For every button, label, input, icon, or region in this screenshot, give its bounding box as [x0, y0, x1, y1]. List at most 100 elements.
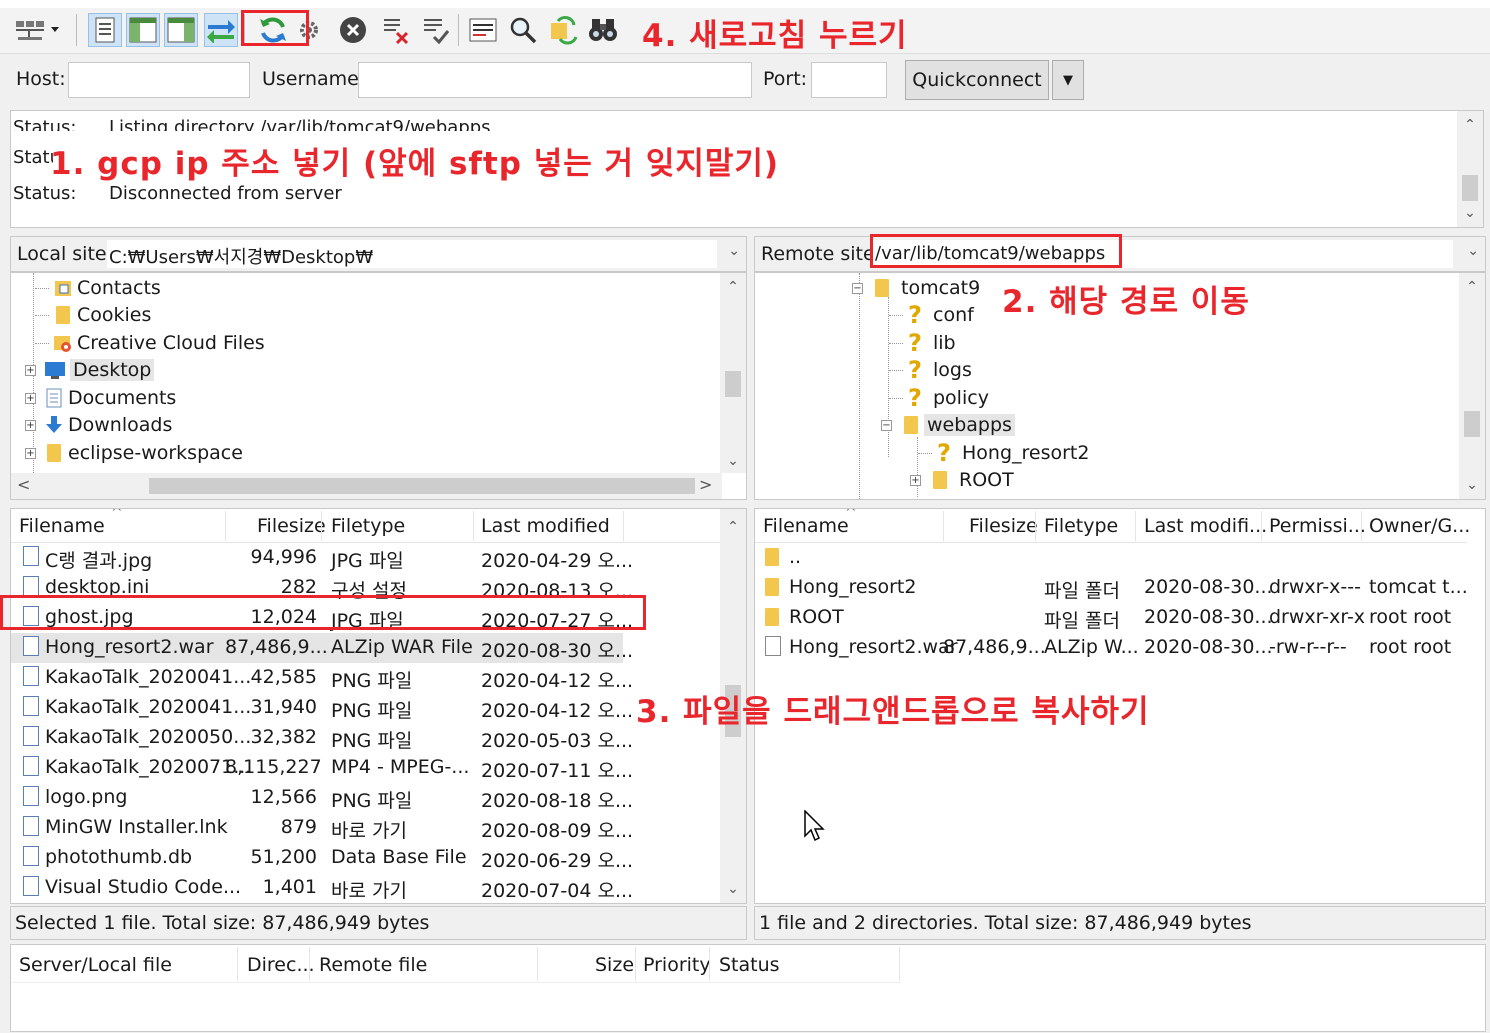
scroll-thumb[interactable] [1462, 175, 1478, 201]
scroll-right-icon[interactable]: > [699, 475, 712, 494]
toggle-local-tree-button[interactable] [126, 13, 160, 47]
column-header-filesize[interactable]: Filesize [257, 515, 326, 537]
tree-item-lib[interactable]: ? lib [889, 330, 956, 356]
table-row[interactable]: .. [755, 543, 1455, 573]
scroll-thumb[interactable] [1464, 411, 1480, 437]
filter-button[interactable] [466, 13, 500, 47]
unknown-folder-icon: ? [908, 384, 922, 412]
toggle-log-button[interactable] [88, 13, 122, 47]
file-type: Data Base File [331, 846, 467, 868]
tree-item-conf[interactable]: ? conf [889, 302, 974, 328]
expand-icon[interactable]: + [25, 364, 36, 376]
column-header-last-modified[interactable]: Last modified [481, 515, 610, 537]
column-header-filename[interactable]: Filename [19, 515, 105, 537]
port-input[interactable] [811, 62, 887, 98]
collapse-icon[interactable]: − [881, 419, 892, 431]
tree-item-documents[interactable]: + Documents [25, 385, 176, 411]
expand-icon[interactable]: + [25, 419, 36, 431]
site-manager-button[interactable] [12, 13, 62, 47]
quickconnect-button[interactable]: Quickconnect [905, 60, 1049, 100]
column-header-last-modified[interactable]: Last modifi... [1144, 515, 1267, 537]
remote-tree-scrollbar[interactable]: ⌃ ⌄ [1459, 273, 1485, 499]
tree-item-tomcat9[interactable]: − tomcat9 [852, 275, 980, 301]
username-input[interactable] [358, 62, 752, 98]
expand-icon[interactable]: + [25, 392, 36, 404]
tree-item-eclipse-workspace[interactable]: + eclipse-workspace [25, 440, 243, 466]
table-row[interactable]: KakaoTalk_2020041... 42,585 PNG 파일 2020-04-… [11, 663, 633, 693]
tree-item-webapps[interactable]: − webapps [881, 412, 1015, 438]
scroll-down-icon[interactable]: ⌄ [1457, 201, 1483, 225]
tree-item-desktop[interactable]: + Desktop [25, 357, 155, 383]
file-modified: 2020-05-03 오... [481, 730, 634, 752]
column-header-priority[interactable]: Priority [643, 954, 711, 976]
expand-icon[interactable]: + [25, 447, 36, 459]
expand-icon[interactable]: + [910, 474, 921, 486]
collapse-icon[interactable]: − [852, 282, 863, 294]
local-site-label: Local site: [17, 243, 114, 265]
table-row[interactable]: photothumb.db 51,200 Data Base File 2020-06… [11, 843, 633, 873]
table-row[interactable]: Hong_resort2.war 87,486,9... ALZip W... 202… [755, 633, 1455, 663]
column-header-direction[interactable]: Direc... [247, 954, 315, 976]
column-header-filename[interactable]: Filename [763, 515, 849, 537]
table-row[interactable]: Visual Studio Code... 1,401 바로 가기 2020-07-0… [11, 873, 633, 903]
table-row[interactable]: KakaoTalk_2020050... 32,382 PNG 파일 2020-05-… [11, 723, 633, 753]
table-row[interactable]: logo.png 12,566 PNG 파일 2020-08-18 오... [11, 783, 633, 813]
scroll-up-icon[interactable]: ⌃ [720, 275, 746, 299]
find-button[interactable] [586, 13, 620, 47]
file-icon [23, 816, 39, 836]
local-tree-scrollbar[interactable]: ⌃ ⌄ [720, 273, 746, 473]
chevron-down-icon[interactable]: ⌄ [728, 243, 740, 259]
column-header-remote-file[interactable]: Remote file [319, 954, 427, 976]
tree-item-root[interactable]: + ROOT [910, 467, 1014, 493]
column-header-server-local-file[interactable]: Server/Local file [19, 954, 172, 976]
local-site-path[interactable]: C:₩Users₩서지경₩Desktop₩ [107, 240, 717, 268]
log-line: Status: Disconnected from server [13, 183, 342, 204]
column-header-owner-group[interactable]: Owner/G... [1369, 515, 1470, 537]
sync-browse-button[interactable] [546, 13, 580, 47]
column-header-filetype[interactable]: Filetype [331, 515, 405, 537]
tree-item-contacts[interactable]: Contacts [35, 275, 161, 301]
column-header-filesize[interactable]: Filesize [969, 515, 1038, 537]
unknown-folder-icon: ? [937, 439, 951, 467]
scroll-up-icon[interactable]: ⌃ [1459, 275, 1485, 299]
column-header-status[interactable]: Status [719, 954, 780, 976]
tree-item-cookies[interactable]: Cookies [35, 302, 151, 328]
toggle-remote-tree-button[interactable] [164, 13, 198, 47]
column-header-size[interactable]: Size [595, 954, 634, 976]
chevron-down-icon[interactable]: ⌄ [1467, 243, 1479, 259]
transfer-queue-button[interactable] [204, 13, 238, 47]
scroll-up-icon[interactable]: ⌃ [720, 515, 746, 539]
scroll-left-icon[interactable]: < [17, 475, 30, 494]
tree-item-creative-cloud-files[interactable]: Creative Cloud Files [35, 330, 265, 356]
table-row[interactable]: Hong_resort2 파일 폴더 2020-08-30... drwxr-x---… [755, 573, 1468, 603]
local-tree-hscrollbar[interactable]: < > [11, 473, 722, 499]
column-header-filetype[interactable]: Filetype [1044, 515, 1118, 537]
tree-item-hong-resort2[interactable]: ? Hong_resort2 [918, 440, 1089, 466]
scroll-down-icon[interactable]: ⌄ [1459, 473, 1485, 497]
remote-status-line: 1 file and 2 directories. Total size: 87… [754, 906, 1486, 940]
scroll-thumb[interactable] [149, 478, 695, 494]
table-row[interactable]: C랭 결과.jpg 94,996 JPG 파일 2020-04-29 오... [11, 543, 633, 573]
column-header-permissions[interactable]: Permissi... [1269, 515, 1366, 537]
log-scrollbar[interactable]: ⌃ ⌄ [1457, 111, 1483, 227]
scroll-thumb[interactable] [725, 371, 741, 397]
disconnect-button[interactable] [378, 13, 412, 47]
table-row[interactable]: MinGW Installer.lnk 879 바로 가기 2020-08-09 오.… [11, 813, 633, 843]
host-input[interactable] [68, 62, 250, 98]
reconnect-button[interactable] [418, 13, 452, 47]
scroll-down-icon[interactable]: ⌄ [720, 877, 746, 901]
table-row[interactable]: ROOT 파일 폴더 2020-08-30... drwxr-xr-x root roo… [755, 603, 1455, 633]
tree-item-logs[interactable]: ? logs [889, 357, 972, 383]
scroll-down-icon[interactable]: ⌄ [720, 449, 746, 473]
cancel-button[interactable] [336, 13, 370, 47]
table-row[interactable]: KakaoTalk_2020071... 8,115,227 MP4 - MPEG-… [11, 753, 633, 783]
search-button[interactable] [506, 13, 540, 47]
table-row[interactable]: KakaoTalk_2020041... 31,940 PNG 파일 2020-04-… [11, 693, 633, 723]
quickconnect-dropdown-button[interactable]: ▼ [1052, 60, 1084, 100]
tree-item-policy[interactable]: ? policy [889, 385, 989, 411]
file-name: photothumb.db [45, 846, 193, 868]
table-row[interactable]: Hong_resort2.war 87,486,9... ALZip WAR Fil… [11, 633, 633, 663]
folder-icon [875, 279, 889, 297]
scroll-up-icon[interactable]: ⌃ [1457, 113, 1483, 137]
tree-item-downloads[interactable]: + Downloads [25, 412, 172, 438]
